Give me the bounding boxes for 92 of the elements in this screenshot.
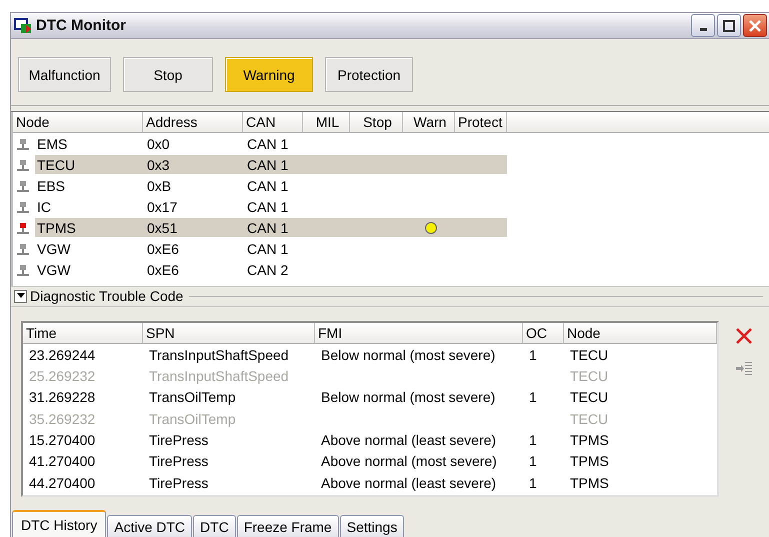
app-icon (14, 18, 32, 34)
group-title: Diagnostic Trouble Code (30, 288, 184, 304)
table-row[interactable]: IC 0x17 CAN 1 (35, 197, 507, 216)
tab[interactable]: DTC (193, 515, 236, 537)
window-title: DTC Monitor (36, 17, 127, 34)
table-cell: 25.269232 (29, 368, 96, 384)
table-cell: 44.270400 (29, 474, 96, 491)
table-cell-text: EMS (36, 136, 68, 152)
table-cell: TirePress (149, 432, 208, 448)
table-cell: TPMS (570, 474, 609, 491)
table-cell: Below normal (most severe) (321, 389, 496, 406)
column-header[interactable]: MIL (303, 112, 350, 134)
table-cell-text: CAN 1 (246, 178, 290, 194)
column-header[interactable]: CAN (243, 112, 303, 134)
column-header[interactable]: Time (23, 323, 143, 344)
table-cell: TPMS (570, 453, 609, 470)
table-cell: TPMS (570, 432, 609, 448)
table-cell: 1 (529, 474, 537, 491)
table-cell: TECU (570, 389, 608, 406)
table-cell: 1 (529, 432, 537, 448)
tab[interactable]: Settings (340, 515, 404, 537)
table-cell-text: CAN 1 (246, 136, 290, 152)
table-cell-text: 0x51 (146, 220, 178, 236)
minimize-button[interactable] (691, 14, 715, 38)
table-cell: 41.270400 (29, 453, 96, 470)
table-row[interactable]: VGW 0xE6 CAN 2 (35, 260, 507, 280)
table-cell: TransOilTemp (149, 389, 236, 406)
table-cell: TransOilTemp (149, 410, 236, 427)
status-indicator[interactable]: Stop (123, 57, 213, 92)
table-cell-text: VGW (36, 240, 72, 257)
table-cell-text: TPMS (36, 220, 77, 236)
table-cell-text: CAN 1 (246, 220, 290, 236)
table-cell-text: VGW (36, 262, 72, 278)
table-cell: TransInputShaftSpeed (149, 346, 289, 363)
table-cell: 35.269232 (29, 410, 96, 427)
column-header[interactable]: Stop (350, 112, 403, 134)
table-cell: Above normal (least severe) (321, 474, 496, 491)
tab[interactable]: DTC History (12, 510, 106, 537)
table-cell: 1 (529, 389, 537, 406)
table-row[interactable]: VGW 0xE6 CAN 1 (35, 239, 507, 258)
column-header[interactable]: Node (13, 112, 143, 134)
column-header[interactable]: SPN (143, 323, 315, 344)
table-cell: 31.269228 (29, 389, 96, 406)
table-row[interactable]: TECU 0x3 CAN 1 (35, 155, 507, 174)
delete-icon[interactable] (735, 327, 753, 346)
column-header[interactable]: Warn (403, 112, 455, 134)
close-button[interactable] (743, 14, 767, 38)
table-cell: Below normal (most severe) (321, 346, 496, 363)
table-cell-text: IC (36, 198, 52, 215)
maximize-button[interactable] (717, 14, 741, 38)
table-cell-text: CAN 1 (246, 156, 290, 173)
table-cell: TECU (570, 346, 608, 363)
table-cell-text: 0x17 (146, 198, 178, 215)
table-cell-text: 0xE6 (146, 262, 180, 278)
table-row[interactable]: EBS 0xB CAN 1 (35, 176, 507, 196)
table-cell-text: 0xE6 (146, 240, 180, 257)
tab[interactable]: Active DTC (107, 515, 192, 537)
minimize-icon (700, 28, 706, 32)
column-header[interactable]: Node (564, 323, 717, 344)
table-cell-text: CAN 1 (246, 240, 290, 257)
table-cell: Above normal (most severe) (321, 453, 497, 470)
table-cell: 1 (529, 346, 537, 363)
status-indicator[interactable]: Warning (225, 57, 313, 92)
table-row[interactable]: EMS 0x0 CAN 1 (35, 134, 507, 154)
status-indicator[interactable]: Protection (325, 57, 413, 92)
table-cell: TECU (570, 410, 608, 427)
table-cell-text: CAN 2 (246, 262, 290, 278)
tab[interactable]: Freeze Frame (236, 515, 339, 537)
column-header[interactable]: FMI (315, 323, 523, 344)
column-header[interactable]: Protect (455, 112, 507, 134)
column-header[interactable]: OC (523, 323, 564, 344)
maximize-icon (723, 20, 735, 32)
table-cell-text: EBS (36, 178, 66, 194)
caret-icon (16, 293, 24, 300)
table-cell-text: 0x0 (146, 136, 171, 152)
table-cell: TirePress (149, 453, 208, 470)
table-cell-text: 0xB (146, 178, 172, 194)
table-cell-text: CAN 1 (246, 198, 290, 215)
table-cell-text: 0x3 (146, 156, 171, 173)
table-row[interactable]: TPMS 0x51 CAN 1 (35, 218, 507, 238)
table-cell: TransInputShaftSpeed (149, 368, 289, 384)
close-icon (748, 18, 762, 33)
status-indicator[interactable]: Malfunction (18, 57, 111, 92)
table-cell: 1 (529, 453, 537, 470)
table-cell: TirePress (149, 474, 208, 491)
table-cell: 23.269244 (29, 346, 96, 363)
table-cell: TECU (570, 368, 608, 384)
table-cell-text: TECU (36, 156, 76, 173)
table-cell: Above normal (least severe) (321, 432, 496, 448)
column-header[interactable]: Address (143, 112, 243, 134)
collapse-button[interactable] (14, 290, 27, 303)
table-cell: 15.270400 (29, 432, 96, 448)
